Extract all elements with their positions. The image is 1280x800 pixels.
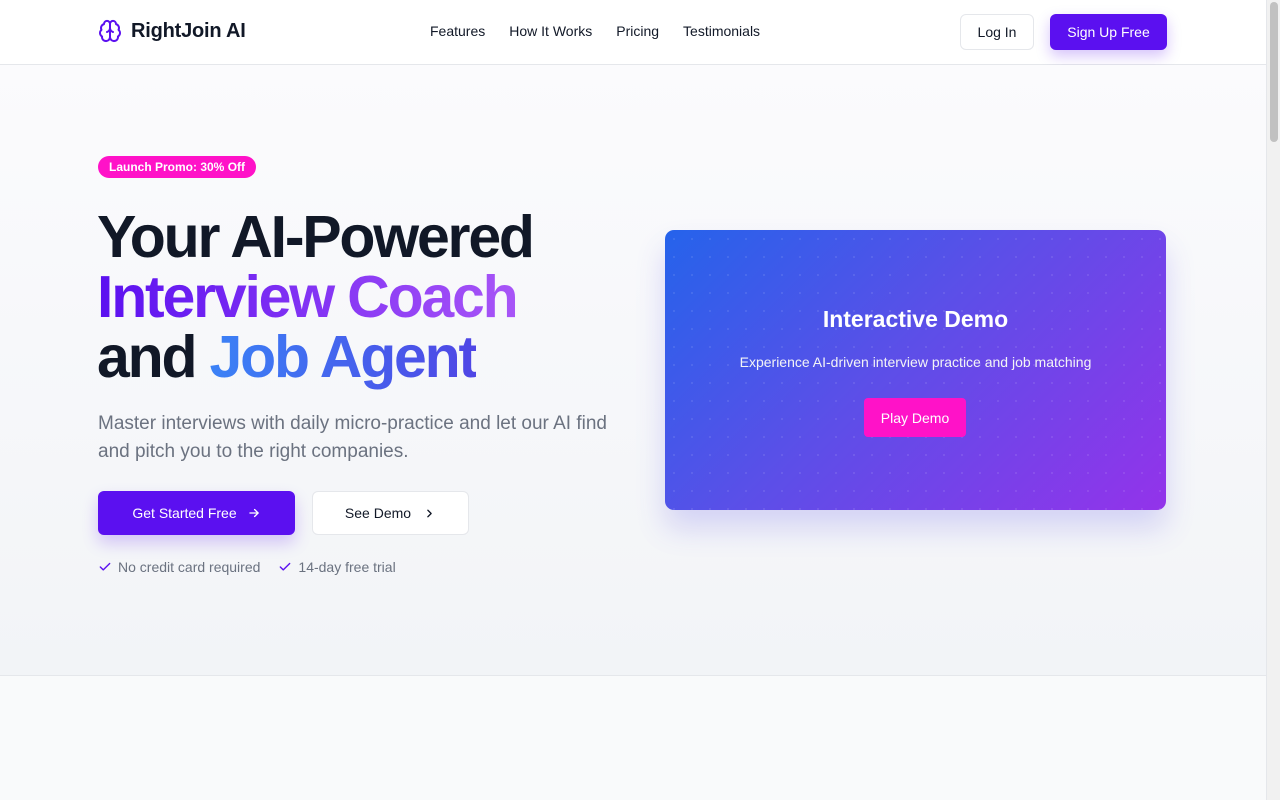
demo-title: Interactive Demo: [822, 306, 1009, 332]
demo-subtitle: Experience AI-driven interview practice …: [739, 354, 1092, 370]
headline-accent-agent: Job Agent: [209, 324, 479, 390]
brain-icon: [99, 19, 121, 43]
get-started-button[interactable]: Get Started Free: [98, 491, 295, 535]
site-header: RightJoin AI Features How It Works Prici…: [0, 0, 1266, 65]
scrollbar-thumb[interactable]: [1270, 2, 1278, 142]
chevron-right-icon: [427, 509, 432, 517]
headline-line1: Your AI-Powered: [97, 204, 535, 270]
play-demo-button[interactable]: Play Demo: [864, 398, 966, 437]
nav-how-it-works[interactable]: How It Works: [509, 23, 592, 39]
arrow-right-icon: [248, 508, 259, 518]
nav-testimonials[interactable]: Testimonials: [683, 23, 760, 39]
promo-badge: Launch Promo: 30% Off: [98, 156, 257, 178]
brand-logo[interactable]: RightJoin AI: [98, 19, 246, 43]
check-label-no-card: No credit card required: [118, 559, 261, 575]
headline-accent-coach: Interview Coach: [97, 264, 519, 330]
hero-headline: Your AI-Powered Interview Coach and Job …: [97, 207, 617, 387]
hero-subtitle: Master interviews with daily micro-pract…: [98, 413, 607, 462]
headline-and: and: [97, 324, 198, 390]
hero-section: Launch Promo: 30% Off Your AI-Powered In…: [0, 65, 1266, 676]
nav-features[interactable]: Features: [430, 23, 485, 39]
check-label-trial: 14-day free trial: [298, 559, 396, 575]
next-section: [0, 676, 1266, 800]
interactive-demo-card: Interactive Demo Experience AI-driven in…: [665, 230, 1166, 510]
trust-checks: No credit card required 14-day free tria…: [98, 559, 396, 575]
see-demo-button[interactable]: See Demo: [312, 491, 469, 535]
check-icon: [99, 562, 111, 571]
main-nav: Features How It Works Pricing Testimonia…: [430, 23, 760, 39]
signup-button[interactable]: Sign Up Free: [1050, 14, 1167, 50]
get-started-label: Get Started Free: [132, 505, 237, 521]
check-item: 14-day free trial: [278, 559, 396, 575]
check-item: No credit card required: [98, 559, 260, 575]
login-button[interactable]: Log In: [960, 14, 1034, 50]
nav-pricing[interactable]: Pricing: [616, 23, 659, 39]
see-demo-label: See Demo: [344, 505, 412, 521]
brand-name: RightJoin AI: [131, 19, 246, 42]
check-icon: [280, 562, 291, 571]
page-scrollbar[interactable]: [1266, 0, 1280, 800]
